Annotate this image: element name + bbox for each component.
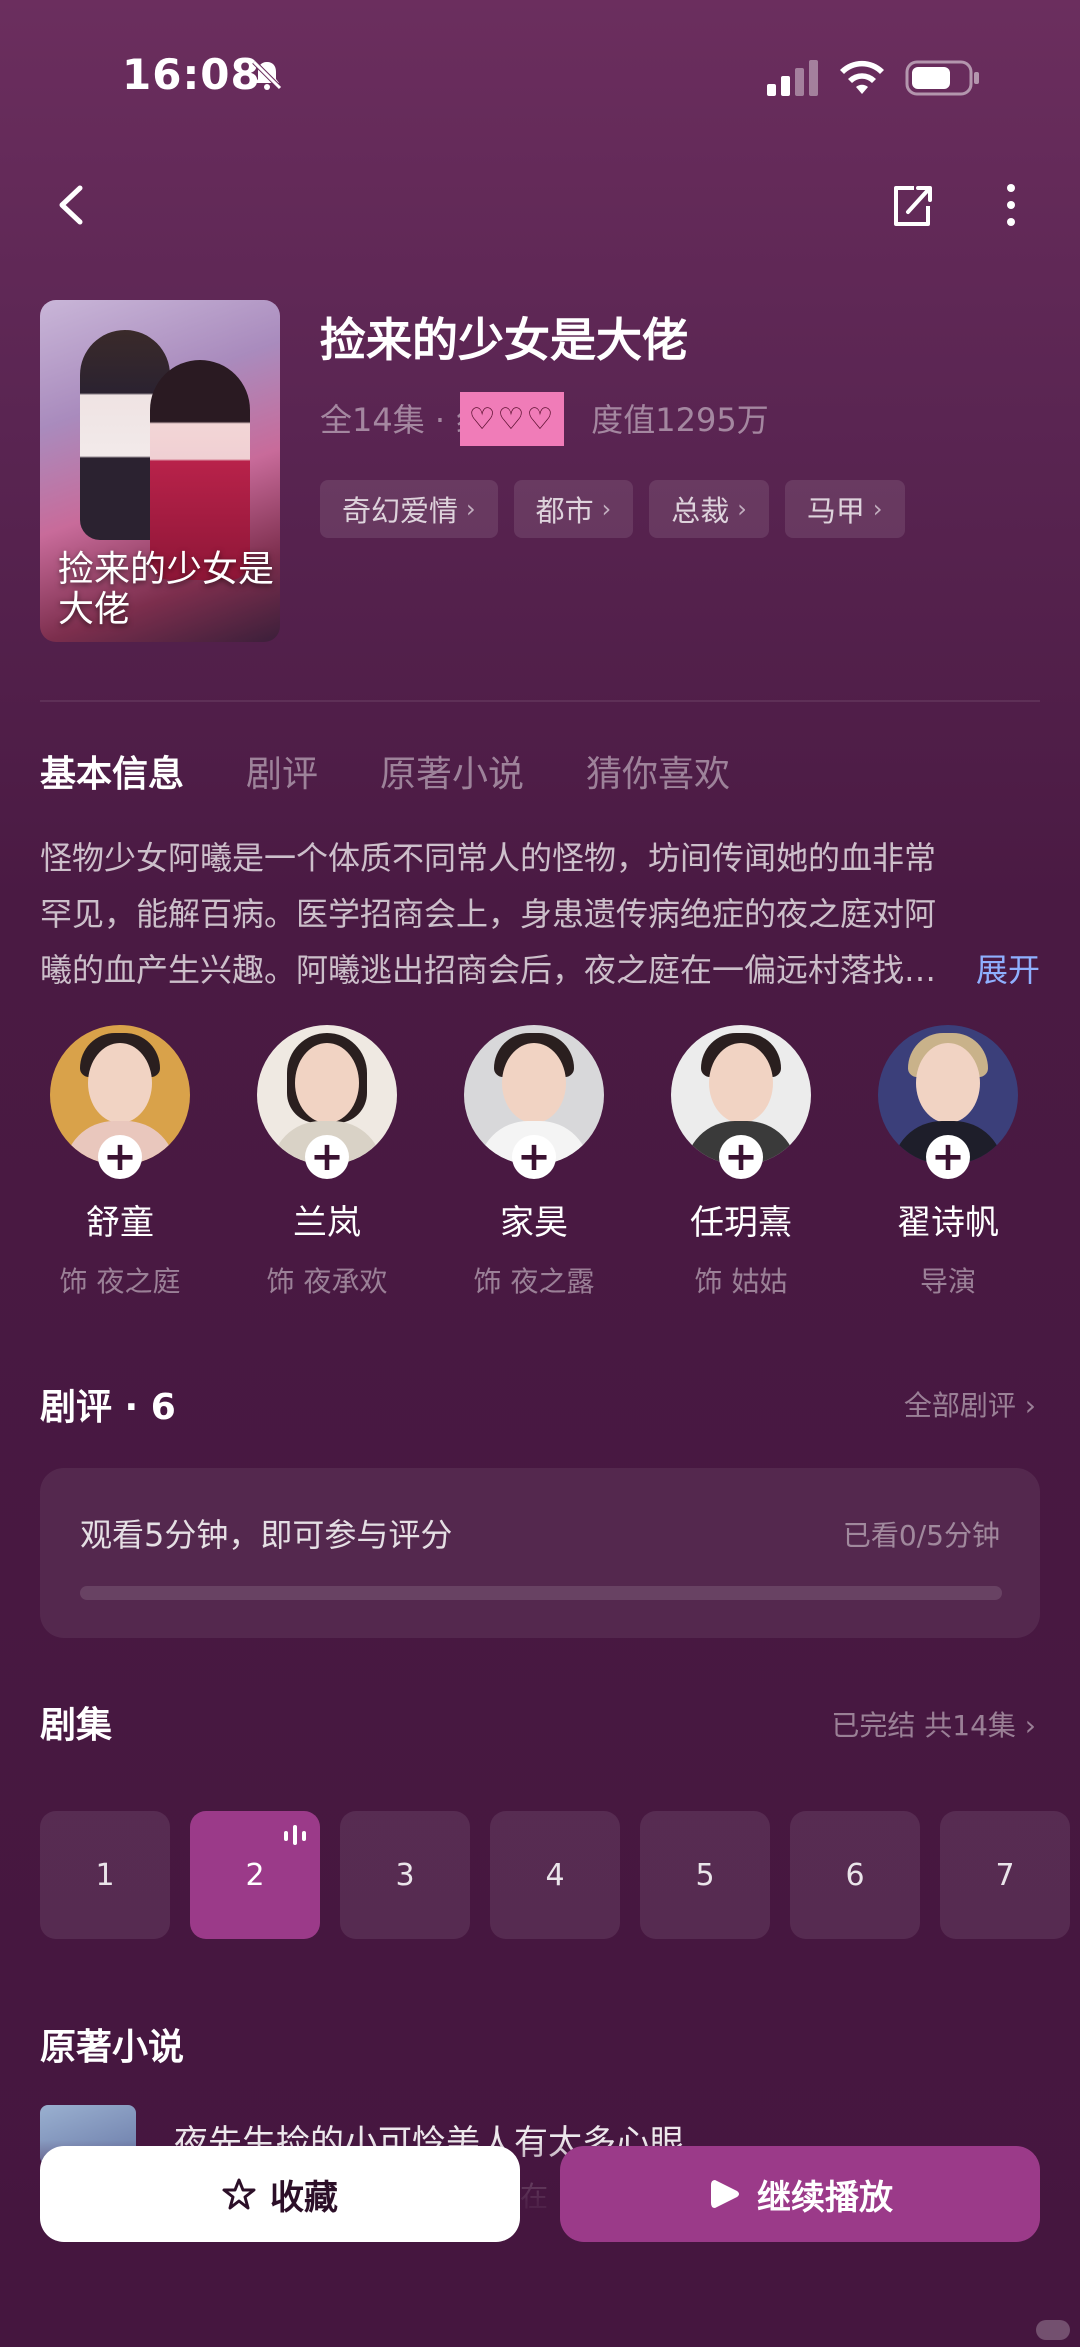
- episode-button[interactable]: 7: [940, 1811, 1070, 1939]
- drama-header: 捡来的少女是大佬 捡来的少女是大佬 全14集 · 纟度值1295万 ♡♡♡ 奇幻…: [40, 300, 1040, 645]
- tag-label: 马甲: [806, 494, 865, 528]
- episode-button[interactable]: 3: [340, 1811, 470, 1939]
- section-tabs: 基本信息 剧评 原著小说 猜你喜欢: [40, 745, 730, 797]
- chevron-right-icon: ›: [466, 495, 476, 523]
- novel-section-title: 原著小说: [40, 2027, 185, 2068]
- episode-button[interactable]: 5: [640, 1811, 770, 1939]
- cast-member[interactable]: + 任玥熹 饰 姑姑: [641, 1025, 841, 1300]
- cast-role: 饰 夜承欢: [266, 1265, 388, 1298]
- cast-member[interactable]: + 舒童 饰 夜之庭: [20, 1025, 220, 1300]
- heart-sticker: ♡♡♡: [460, 392, 564, 446]
- synopsis-text: 怪物少女阿曦是一个体质不同常人的怪物，坊间传闻她的血非常罕见，能解百病。医学招商…: [40, 839, 937, 989]
- tag-label: 奇幻爱情: [342, 494, 459, 528]
- chevron-right-icon: ›: [601, 495, 612, 523]
- chevron-right-icon: ›: [737, 495, 747, 523]
- cast-role: 饰 夜之庭: [59, 1265, 181, 1298]
- tag-hidden-identity[interactable]: 马甲 ›: [784, 480, 905, 538]
- expand-link[interactable]: 展开: [976, 942, 1040, 998]
- episode-button[interactable]: 1: [40, 1811, 170, 1939]
- follow-plus-icon[interactable]: +: [719, 1135, 763, 1179]
- episode-list: 1 2 3 4 5 6 7: [40, 1811, 1080, 1939]
- home-indicator: [1036, 2320, 1070, 2340]
- cast-name: 兰岚: [293, 1203, 361, 1243]
- synopsis: 怪物少女阿曦是一个体质不同常人的怪物，坊间传闻她的血非常罕见，能解百病。医学招商…: [40, 830, 1050, 998]
- rating-progress-text: 已看0/5分钟: [842, 1519, 1000, 1552]
- poster-figure-woman: [150, 360, 250, 580]
- chevron-right-icon: ›: [872, 495, 883, 523]
- back-icon[interactable]: [52, 180, 92, 230]
- rating-progress-bar: [80, 1586, 1002, 1600]
- poster-title: 捡来的少女是大佬: [58, 549, 275, 630]
- wifi-icon: [840, 60, 884, 94]
- follow-plus-icon[interactable]: +: [98, 1135, 142, 1179]
- more-icon[interactable]: [996, 180, 1026, 230]
- favorite-button[interactable]: 收藏: [40, 2146, 520, 2242]
- tag-fantasy-romance[interactable]: 奇幻爱情 ›: [320, 480, 498, 538]
- episode-button[interactable]: 4: [490, 1811, 620, 1939]
- all-reviews-link[interactable]: 全部剧评 ›: [904, 1384, 1036, 1424]
- tab-basic-info[interactable]: 基本信息: [40, 745, 184, 797]
- cast-member[interactable]: + 翟诗帆 导演: [848, 1025, 1048, 1300]
- divider: [40, 700, 1040, 702]
- cast-name: 翟诗帆: [897, 1203, 999, 1243]
- signal-icon: [767, 60, 818, 96]
- cast-list: + 舒童 饰 夜之庭 + 兰岚 饰 夜承欢 + 家昊 饰 夜之露 + 任玥熹 饰…: [40, 1025, 1080, 1315]
- status-bar: 16:08: [0, 0, 1080, 150]
- meta-popularity: 度值1295万: [591, 401, 769, 439]
- tab-recommendations[interactable]: 猜你喜欢: [586, 745, 730, 797]
- bell-off-icon: [252, 60, 282, 90]
- reviews-title: 剧评 · 6: [40, 1387, 176, 1428]
- episodes-status-link[interactable]: 已完结 共14集 ›: [831, 1704, 1036, 1744]
- star-icon: [222, 2178, 256, 2210]
- share-icon[interactable]: [888, 180, 936, 230]
- status-time: 16:08: [122, 50, 261, 99]
- cast-member[interactable]: + 兰岚 饰 夜承欢: [227, 1025, 427, 1300]
- tab-reviews[interactable]: 剧评: [246, 745, 318, 797]
- tab-original-novel[interactable]: 原著小说: [380, 745, 524, 797]
- nav-bar: [0, 170, 1080, 240]
- tag-label: 总裁: [671, 494, 730, 528]
- cast-role: 导演: [919, 1265, 976, 1298]
- episodes-title: 剧集: [40, 1705, 113, 1746]
- cast-member[interactable]: + 家昊 饰 夜之露: [434, 1025, 634, 1300]
- tag-list: 奇幻爱情 › 都市 › 总裁 › 马甲 ›: [320, 480, 905, 538]
- tag-label: 都市: [535, 494, 594, 528]
- drama-poster[interactable]: 捡来的少女是大佬: [40, 300, 280, 642]
- cast-name: 家昊: [500, 1203, 568, 1243]
- play-icon: [711, 2180, 739, 2208]
- follow-plus-icon[interactable]: +: [512, 1135, 556, 1179]
- continue-play-button[interactable]: 继续播放: [560, 2146, 1040, 2242]
- playing-bars-icon: [284, 1825, 306, 1845]
- follow-plus-icon[interactable]: +: [305, 1135, 349, 1179]
- drama-title: 捡来的少女是大佬: [320, 313, 688, 367]
- episode-number: 2: [245, 1857, 265, 1893]
- tag-ceo[interactable]: 总裁 ›: [649, 480, 769, 538]
- cast-role: 饰 姑姑: [694, 1265, 788, 1298]
- tag-urban[interactable]: 都市 ›: [513, 480, 634, 538]
- episode-button[interactable]: 6: [790, 1811, 920, 1939]
- rating-card: 观看5分钟，即可参与评分 已看0/5分钟: [40, 1468, 1040, 1638]
- episode-button-current[interactable]: 2: [190, 1811, 320, 1939]
- favorite-label: 收藏: [270, 2177, 338, 2218]
- rating-prompt: 观看5分钟，即可参与评分: [80, 1516, 453, 1554]
- continue-play-label: 继续播放: [757, 2177, 893, 2218]
- battery-icon: [905, 60, 979, 96]
- cast-name: 舒童: [86, 1203, 154, 1243]
- follow-plus-icon[interactable]: +: [926, 1135, 970, 1179]
- cast-role: 饰 夜之露: [473, 1265, 595, 1298]
- cast-name: 任玥熹: [690, 1203, 792, 1243]
